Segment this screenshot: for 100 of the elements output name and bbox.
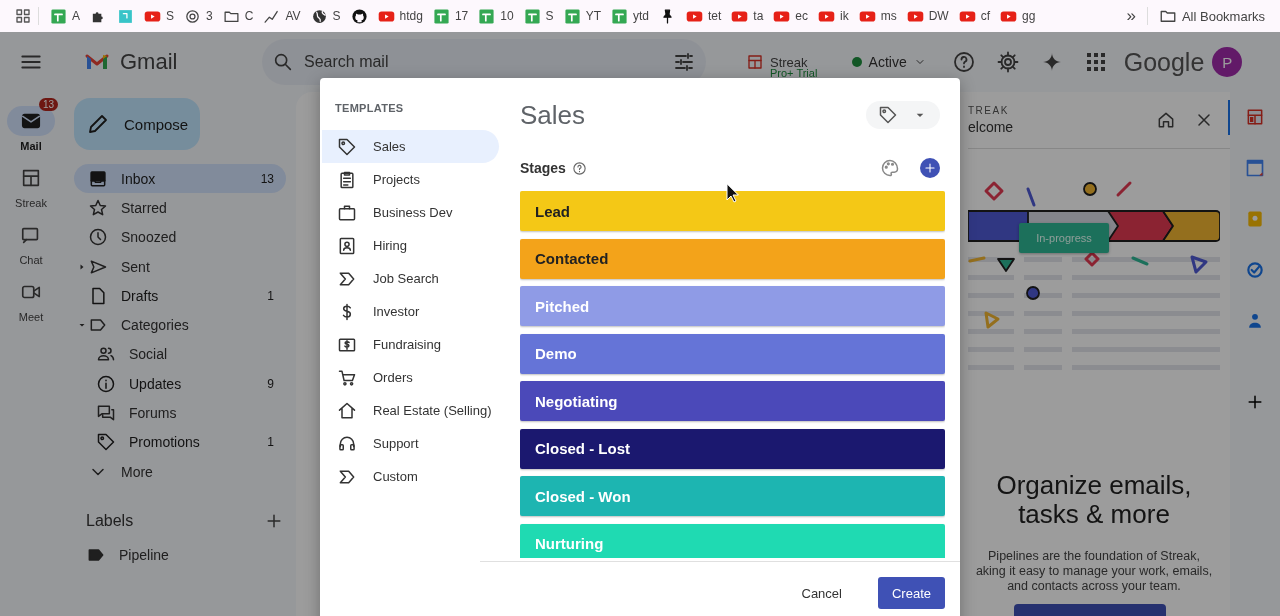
panel-title: elcome [968,119,1015,135]
stage-bar[interactable]: Negotiating [520,381,945,421]
folder-item[interactable]: Updates 9 [74,369,286,399]
bookmark[interactable]: tet [681,4,727,28]
template-item[interactable]: Sales [322,130,499,163]
template-item[interactable]: Projects [322,163,499,196]
template-item[interactable]: Custom [322,460,499,493]
bookmark[interactable]: ytd [605,4,654,28]
template-item[interactable]: Real Estate (Selling) [322,394,499,427]
bookmark[interactable]: gg [995,4,1041,28]
home-button[interactable] [1156,110,1176,130]
folder-item[interactable]: Forums [74,398,286,428]
palette-icon [880,158,900,178]
cat-icon [350,7,368,25]
folder-item[interactable]: More [74,456,286,487]
app-name: Gmail [120,49,178,75]
spreadsheet-icon [610,7,628,25]
stage-bar[interactable]: Closed - Lost [520,428,945,469]
bookmark[interactable]: S [139,4,180,28]
folder-item[interactable]: Promotions 1 [74,427,286,457]
tag-icon [337,136,357,157]
settings-button[interactable] [995,50,1020,74]
folder-item[interactable]: Starred [74,193,286,223]
template-item[interactable]: Orders [322,361,499,394]
calendar-icon [1245,158,1265,178]
spreadsheet-icon [432,7,450,25]
panel-eyebrow: TREAK [968,105,1010,116]
bookmark[interactable]: cf [953,4,996,28]
check-circle-icon [1245,260,1265,280]
section-label: Stages [520,160,566,176]
template-item[interactable]: Hiring [322,229,499,262]
cancel-button[interactable]: Cancel [787,577,856,609]
spreadsheet-icon [478,7,496,25]
house-icon [337,400,357,421]
id-card-icon [337,235,357,256]
board-icon [1245,107,1265,127]
search-icon [272,51,294,73]
folder-item[interactable]: Drafts 1 [74,281,286,311]
create-button[interactable]: Create [877,577,945,609]
help-button[interactable] [951,50,976,74]
panel-heading: Organize emails, tasks & more [995,471,1193,529]
help-icon [951,50,976,74]
bookmark[interactable]: ec [768,4,814,28]
tag-dropdown[interactable] [866,101,940,129]
section-title: Labels [86,512,134,531]
overflow-button[interactable]: » [1121,4,1141,28]
cursor-icon [725,183,739,203]
stage-bar[interactable]: Demo [520,333,945,374]
bookmark[interactable]: S [305,4,346,28]
bookmark[interactable]: 10 [473,4,519,28]
palette-button[interactable] [880,158,900,178]
bookmark[interactable]: ta [726,4,769,28]
folder-item[interactable]: Inbox 13 [74,164,286,194]
template-item[interactable]: Fundraising [322,328,499,361]
spreadsheet-icon [563,7,581,25]
status-dropdown[interactable]: Active [851,54,926,70]
count-badge: 13 [39,98,59,111]
folder-item[interactable]: Categories [74,310,286,340]
help-icon [571,160,587,176]
stage-bar[interactable]: Lead [520,191,945,231]
info-icon [96,373,116,394]
rail-item[interactable]: Streak [7,163,55,209]
bookmark[interactable]: AV [258,4,306,28]
status-dot [851,57,862,67]
rail-item[interactable]: Meet [7,277,55,323]
bookmark[interactable]: 17 [427,4,474,28]
folder-item[interactable]: Snoozed [74,222,286,252]
bookmark[interactable]: ik [813,4,854,28]
bookmark[interactable]: 3 [179,4,218,28]
avatar-button[interactable]: P [1212,47,1243,77]
logo-text: Google [1123,47,1205,77]
bookmark[interactable]: YT [558,4,606,28]
star-icon [88,197,108,218]
pencil-icon [86,112,110,136]
template-item[interactable]: Job Search [322,262,499,295]
clipboard-icon [337,169,357,190]
template-item[interactable]: Investor [322,295,499,328]
bookmark[interactable]: S [518,4,559,28]
bookmark[interactable]: C [217,4,259,28]
bookmark[interactable]: A [45,4,85,28]
stage-tag: In-progress [1019,223,1109,253]
add-stage-button[interactable] [920,158,940,178]
clock-icon [88,227,108,248]
folder-item[interactable]: Social [74,339,286,370]
chat-bubbles-icon [96,403,116,423]
folder-item[interactable]: Sent [74,251,286,282]
compose-button[interactable]: Compose [74,98,200,150]
board-icon [20,167,42,189]
template-item[interactable]: Business Dev [322,196,499,229]
bookmark[interactable]: htdg [372,4,428,28]
home-icon [1156,110,1176,130]
plan-label: Pro+ Trial [770,67,818,79]
all-bookmarks-button[interactable]: All Bookmarks [1153,4,1270,28]
stage-bar[interactable]: Contacted [520,238,945,279]
rail-item[interactable]: Chat [7,220,55,266]
bookmark[interactable]: DW [901,4,954,28]
bookmark[interactable]: ms [853,4,902,28]
label-item[interactable]: Pipeline [119,546,169,563]
template-item[interactable]: Support [322,427,499,460]
board-icon [746,53,764,71]
